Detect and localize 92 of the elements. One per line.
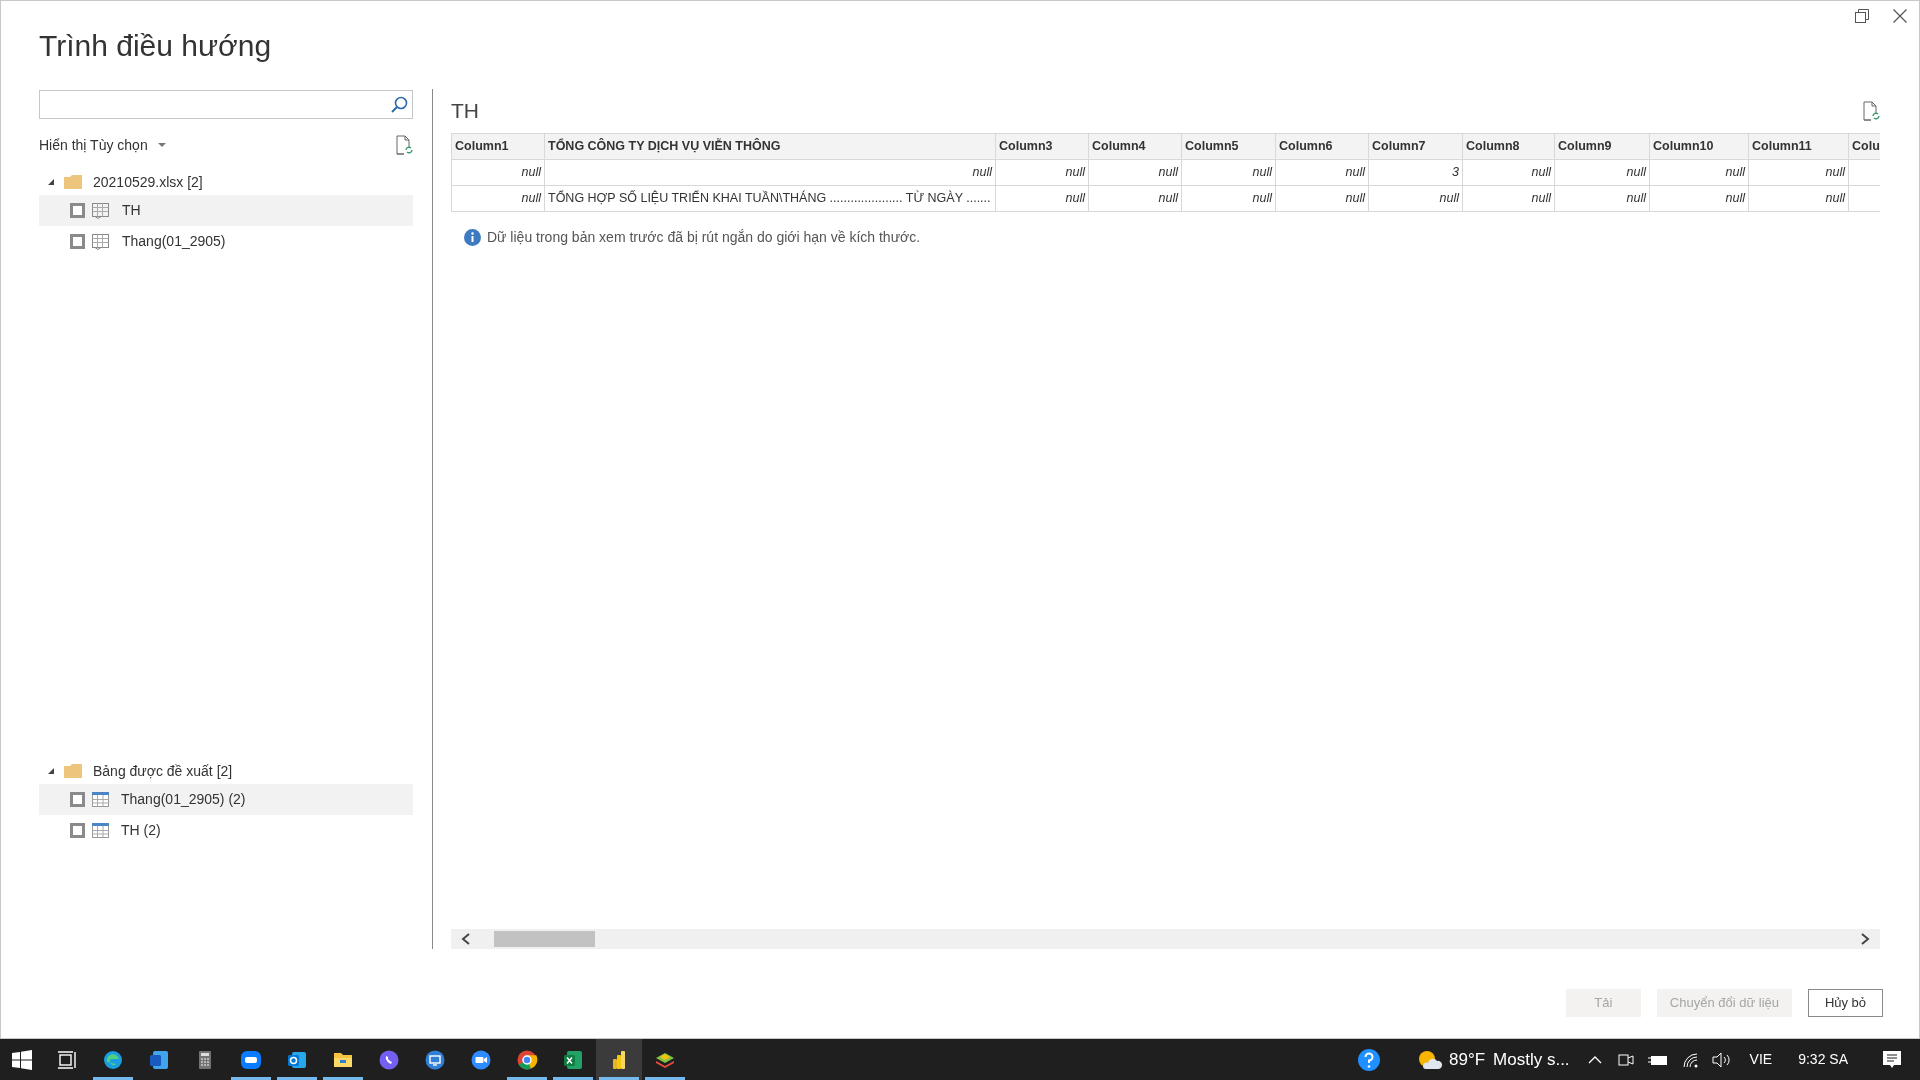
checkbox[interactable]	[70, 792, 85, 807]
tree-item[interactable]: Thang(01_2905) (2)	[39, 784, 413, 815]
info-icon	[464, 229, 481, 246]
checkbox[interactable]	[70, 823, 85, 838]
help-icon[interactable]	[1357, 1047, 1381, 1072]
close-icon[interactable]	[1893, 9, 1907, 23]
preview-title: TH	[451, 98, 479, 125]
taskbar-app-button[interactable]	[596, 1039, 642, 1080]
refresh-document-icon[interactable]	[1862, 101, 1880, 121]
column-header[interactable]: Column3	[995, 133, 1089, 160]
restore-icon[interactable]	[1855, 9, 1869, 23]
table-cell: null	[1462, 159, 1555, 186]
table-cell: null	[1181, 159, 1276, 186]
refresh-document-icon[interactable]	[395, 135, 413, 155]
table-cell: null	[1748, 185, 1849, 212]
table-cell: 3	[1368, 159, 1463, 186]
tree-item-label: Thang(01_2905) (2)	[121, 790, 246, 809]
folder-icon	[64, 175, 82, 189]
display-options-dropdown[interactable]: Hiển thị Tùy chọn	[39, 134, 166, 156]
truncation-notice: Dữ liệu trong bản xem trước đã bị rút ngắn do giới hạn về kích thước.	[487, 228, 921, 247]
wifi-icon[interactable]	[1681, 1051, 1700, 1068]
tree-item[interactable]: Thang(01_2905)	[39, 226, 413, 257]
chevron-up-icon[interactable]	[1587, 1054, 1602, 1065]
table-cell: null	[1275, 185, 1369, 212]
phone-chat-icon[interactable]	[378, 1048, 400, 1071]
table-cell: null	[1462, 185, 1555, 212]
column-header[interactable]: Column1	[451, 133, 545, 160]
column-header[interactable]: Column9	[1554, 133, 1650, 160]
language-indicator[interactable]: VIE	[1749, 1049, 1773, 1070]
windows-start-icon[interactable]	[12, 1049, 32, 1070]
horizontal-scrollbar[interactable]	[451, 929, 1880, 949]
column-header[interactable]: Column8	[1462, 133, 1555, 160]
spreadsheet-app-icon[interactable]	[562, 1048, 584, 1071]
dialog-button[interactable]: Hủy bỏ	[1808, 989, 1883, 1017]
column-header[interactable]: Column11	[1748, 133, 1849, 160]
checkbox[interactable]	[70, 203, 85, 218]
tree-item[interactable]: TH	[39, 195, 413, 226]
column-header[interactable]: TỔNG CÔNG TY DỊCH VỤ VIỄN THÔNG	[544, 133, 996, 160]
table-icon	[92, 823, 109, 838]
table-cell: null	[1649, 185, 1749, 212]
window-title: Trình điều hướng	[39, 28, 273, 64]
table-cell: null	[1554, 185, 1650, 212]
search-field[interactable]	[39, 90, 413, 119]
expand-arrow-icon[interactable]	[48, 768, 54, 774]
scrollbar-thumb[interactable]	[494, 931, 595, 947]
table-cell: null	[544, 159, 996, 186]
table-cell: null	[1088, 159, 1182, 186]
edge-browser-icon[interactable]	[102, 1048, 124, 1071]
checkbox[interactable]	[70, 234, 85, 249]
folder-icon	[64, 764, 82, 778]
table-cell: null	[1368, 185, 1463, 212]
weather-sun-cloud-icon[interactable]	[1417, 1048, 1443, 1071]
column-header[interactable]: Column7	[1368, 133, 1463, 160]
expand-arrow-icon[interactable]	[48, 179, 54, 185]
column-header[interactable]: Column5	[1181, 133, 1276, 160]
sheet-icon	[92, 233, 110, 250]
table-cell: null	[1554, 159, 1650, 186]
browser-icon[interactable]	[516, 1048, 538, 1071]
column-header[interactable]: Column10	[1649, 133, 1749, 160]
table-cell: null	[1181, 185, 1276, 212]
search-icon[interactable]	[390, 95, 408, 114]
tree-item-label: TH	[122, 201, 141, 220]
tree-folder-label[interactable]: Bảng được đề xuất [2]	[93, 760, 233, 782]
volume-icon[interactable]	[1711, 1051, 1732, 1068]
table-cell: null	[451, 185, 545, 212]
monitor-app-icon[interactable]	[424, 1048, 446, 1071]
table-cell: null	[451, 159, 545, 186]
table-cell: null	[1748, 159, 1849, 186]
caret-icon	[157, 143, 166, 147]
video-camera-icon[interactable]	[470, 1048, 492, 1071]
notification-icon[interactable]	[1882, 1049, 1902, 1070]
table-cell: null	[1649, 159, 1749, 186]
column-header[interactable]: Column4	[1088, 133, 1182, 160]
table-cell: null	[995, 185, 1089, 212]
table-cell: null	[1275, 159, 1369, 186]
weather-condition[interactable]: Mostly s...	[1493, 1046, 1570, 1073]
tree-item-label: Thang(01_2905)	[122, 232, 226, 251]
clock[interactable]: 9:32 SA	[1798, 1049, 1848, 1070]
table-cell: TỔNG HỢP SỐ LIỆU TRIỂN KHAI TUẦN\THÁNG ..................... TỪ NGÀY .......	[544, 185, 996, 212]
tree-item-label: TH (2)	[121, 821, 161, 840]
table-cell: null	[1088, 185, 1182, 212]
task-view-icon[interactable]	[56, 1048, 78, 1071]
column-header[interactable]: Colu	[1848, 133, 1880, 160]
chat-app-icon[interactable]	[240, 1048, 262, 1071]
battery-icon[interactable]	[1647, 1053, 1668, 1066]
table-cell: null	[995, 159, 1089, 186]
tree-item[interactable]: TH (2)	[39, 815, 413, 846]
tree-folder-label[interactable]: 20210529.xlsx [2]	[93, 171, 203, 193]
weather-temperature[interactable]: 89°F	[1449, 1046, 1486, 1073]
table-icon	[92, 792, 109, 807]
column-header[interactable]: Column6	[1275, 133, 1369, 160]
sheet-icon	[92, 202, 110, 219]
